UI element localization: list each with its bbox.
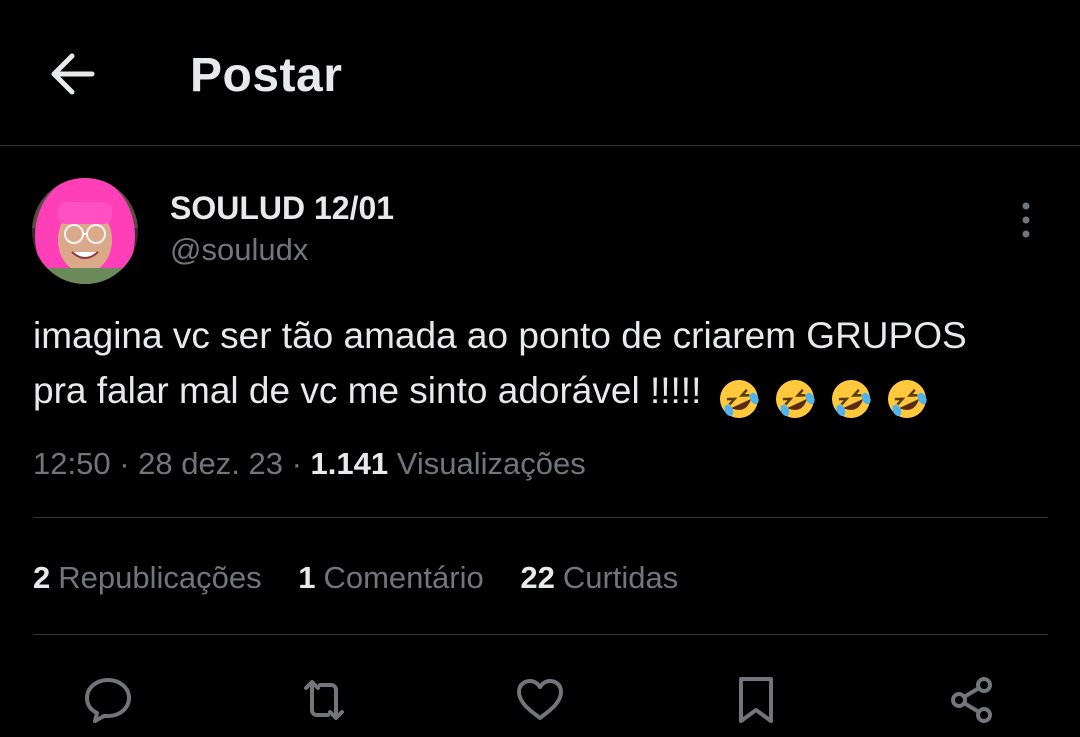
reposts-stat[interactable]: 2 Republicações	[33, 560, 262, 596]
share-icon	[951, 677, 992, 723]
share-button[interactable]	[946, 674, 998, 726]
emoji-group	[718, 369, 933, 424]
reposts-count: 2	[33, 560, 51, 595]
reposts-label: Republicações	[58, 560, 262, 595]
views-label[interactable]: Visualizações	[397, 446, 586, 481]
separator: ·	[119, 446, 130, 481]
post-text-line-1: imagina vc ser tão amada ao ponto de cri…	[33, 315, 967, 356]
post-text: imagina vc ser tão amada ao ponto de cri…	[33, 308, 1063, 424]
repost-icon	[304, 680, 344, 720]
reply-icon	[85, 678, 131, 723]
post-meta: 12:50 · 28 dez. 23 · 1.141 Visualizações	[33, 446, 586, 482]
avatar[interactable]	[32, 178, 138, 284]
likes-count: 22	[520, 560, 555, 595]
post-date: 28 dez. 23	[138, 446, 283, 481]
separator: ·	[291, 446, 302, 481]
more-options-button[interactable]	[1010, 200, 1042, 240]
top-bar: Postar	[0, 0, 1080, 146]
comments-label: Comentário	[323, 560, 484, 595]
laughing-emoji-icon	[888, 380, 928, 419]
laughing-emoji-icon	[719, 380, 759, 419]
post-time: 12:50	[33, 446, 111, 481]
arrow-left-icon	[51, 53, 95, 95]
likes-stat[interactable]: 22 Curtidas	[520, 560, 678, 596]
engagement-stats: 2 Republicações 1 Comentário 22 Curtidas	[33, 560, 706, 596]
divider	[33, 634, 1048, 635]
laughing-emoji-icon	[775, 380, 815, 419]
comments-count: 1	[298, 560, 316, 595]
likes-label: Curtidas	[562, 560, 679, 595]
more-vertical-icon	[1022, 202, 1030, 238]
post-text-line-2: pra falar mal de vc me sinto adorável !!…	[33, 370, 702, 411]
comments-stat[interactable]: 1 Comentário	[298, 560, 484, 596]
repost-button[interactable]	[298, 674, 350, 726]
divider	[33, 517, 1048, 518]
views-count: 1.141	[310, 446, 389, 481]
author-name[interactable]: SOULUD 12/01	[170, 190, 394, 227]
laughing-emoji-icon	[832, 380, 871, 419]
bookmark-button[interactable]	[730, 674, 782, 726]
heart-icon	[517, 679, 563, 720]
like-button[interactable]	[514, 674, 566, 726]
page-title: Postar	[190, 49, 343, 102]
bookmark-icon	[739, 677, 773, 723]
reply-button[interactable]	[82, 674, 134, 726]
author-handle[interactable]: @souludx	[170, 232, 308, 268]
back-button[interactable]	[46, 50, 100, 98]
